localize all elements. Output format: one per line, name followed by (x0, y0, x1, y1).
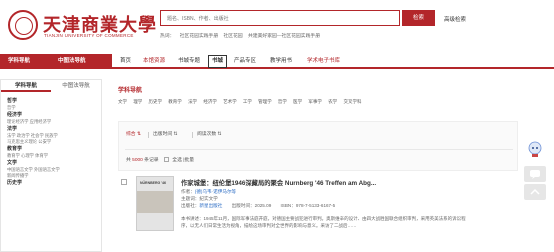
item-checkbox[interactable] (121, 179, 127, 185)
subject-link[interactable]: 交叉学科 (343, 99, 361, 104)
sort-label: 综合 (126, 132, 136, 137)
sidebar: 学科导航 中图法导航 哲学 哲学 经济学 理论经济学 应用经济学 法学 法学 政… (0, 79, 102, 252)
arrow-up-icon (530, 188, 540, 195)
book-description: 本书讲述：1945年11月，国际军事法庭开庭，对德国主要战犯进行审判。奥斯维辛的… (181, 216, 466, 228)
nav-bookcity[interactable]: 书城 (208, 55, 228, 68)
hotwords-row: 热词： 社区花园实践手册 社区花园 共建美好家园—社区花园实践手册 (160, 32, 324, 39)
publisher-link[interactable]: 新星出版社 (199, 203, 222, 208)
subject-link[interactable]: 经济学 (203, 99, 217, 104)
tab-clc-nav[interactable]: 中图法导航 (51, 80, 101, 92)
result-count: 5000 (132, 158, 143, 163)
nav-home[interactable]: 首页 (120, 54, 131, 69)
tab-subject-nav[interactable]: 学科导航 (1, 80, 51, 92)
nav-product-zone[interactable]: 产品专区 (234, 54, 256, 69)
subject-group-title[interactable]: 历史学 (7, 179, 99, 187)
list-item: NÜRNBERG '46 作家城堡：纽伦堡1946深藏局的聚会 Nurnberg… (118, 173, 518, 252)
advanced-search-link[interactable]: 高级检索 (444, 15, 466, 23)
isbn-label: ISBN： (280, 203, 296, 208)
logo-name-en: TIANJIN UNIVERSITY OF COMMERCE (44, 33, 134, 38)
select-all-label[interactable]: 全选 (172, 158, 182, 163)
subject-group-title[interactable]: 哲学 (7, 97, 99, 105)
author-label: 作者： (181, 189, 195, 194)
pubdate-label: 出版时间： (231, 203, 255, 208)
subject-group-title[interactable]: 文学 (7, 159, 99, 167)
subject-link[interactable]: 医学 (293, 99, 302, 104)
subject-link[interactable]: 管理学 (258, 99, 272, 104)
site-header: 天津商業大學 TIANJIN UNIVERSITY OF COMMERCE 检索… (0, 0, 554, 54)
cover-image-band (137, 191, 173, 213)
subject-label: 主题词： (181, 196, 200, 201)
subject-link[interactable]: 法学 (188, 99, 197, 104)
sort-label: 阅读次数 (197, 132, 217, 137)
subject-value: 纪实文学 (199, 196, 218, 201)
subject-link[interactable]: 历史学 (149, 99, 163, 104)
subject-link[interactable]: 教育学 (168, 99, 182, 104)
author-link[interactable]: (德)乌韦·诺伊马尔等 (195, 189, 236, 194)
chat-icon (530, 170, 540, 179)
result-suffix: 条记录 (144, 158, 159, 163)
nav-textbooks[interactable]: 教学用书 (270, 54, 292, 69)
hotword-link[interactable]: 社区花园 (223, 34, 242, 39)
subject-link[interactable]: 艺术学 (223, 99, 237, 104)
hotwords-label: 热词： (160, 34, 175, 39)
subject-group-title[interactable]: 经济学 (7, 111, 99, 119)
main-content: 学科导航 文学 理学 历史学 教育学 法学 经济学 艺术学 工学 管理学 哲学 … (112, 79, 519, 252)
search-button[interactable]: 检索 (402, 10, 435, 26)
subject-link[interactable]: 理学 (133, 99, 142, 104)
book-subject-row: 主题词：纪实文学 (181, 196, 218, 202)
subject-group-title[interactable]: 法学 (7, 125, 99, 133)
nav-bookcity-topics[interactable]: 书城专题 (178, 54, 200, 69)
subject-link[interactable]: 军事学 (308, 99, 322, 104)
section-title: 学科导航 (118, 88, 143, 94)
robot-assistant-icon[interactable] (526, 140, 544, 158)
subject-filter-row: 文学 理学 历史学 教育学 法学 经济学 艺术学 工学 管理学 哲学 医学 军事… (118, 99, 366, 105)
cover-text: NÜRNBERG '46 (140, 181, 166, 185)
subject-link[interactable]: 哲学 (278, 99, 287, 104)
hotword-link[interactable]: 社区花园实践手册 (180, 34, 218, 39)
search-input[interactable] (167, 14, 327, 23)
subject-group-title[interactable]: 教育学 (7, 145, 99, 153)
divider (192, 132, 193, 138)
subject-link[interactable]: 文学 (118, 99, 127, 104)
subject-list: 哲学 哲学 经济学 理论经济学 应用经济学 法学 法学 政治学 社会学 民族学 … (7, 97, 99, 187)
book-cover[interactable]: NÜRNBERG '46 (136, 176, 174, 231)
batch-label[interactable]: |批量 (183, 158, 194, 163)
nav-clc-nav[interactable]: 中图法导航 (58, 54, 86, 69)
chat-button[interactable] (524, 166, 546, 182)
publisher-label: 出版社： (181, 203, 200, 208)
university-logo[interactable]: 天津商業大學 TIANJIN UNIVERSITY OF COMMERCE (8, 9, 156, 43)
subject-link[interactable]: 工学 (243, 99, 252, 104)
sort-pubdate[interactable]: 出版时间 ⇅ (153, 130, 178, 140)
search-box (160, 10, 400, 26)
floating-toolbar (524, 140, 546, 200)
book-author-row: 作者：(德)乌韦·诺伊马尔等 (181, 189, 236, 195)
back-to-top-button[interactable] (524, 184, 546, 200)
nav-category-block: 学科导航 中图法导航 (0, 54, 112, 69)
seal-icon (8, 10, 38, 40)
result-prefix: 共 (126, 158, 131, 163)
isbn-value: 978-7-5133-6167-5 (295, 203, 336, 208)
sort-label: 出版时间 (153, 132, 173, 137)
sort-comprehensive[interactable]: 综合 ⇅ (126, 130, 141, 140)
nav-library-resources[interactable]: 本馆资源 (143, 54, 165, 69)
hotword-link[interactable]: 共建美好家园—社区花园实践手册 (248, 34, 320, 39)
filter-panel: 综合 ⇅ 出版时间 ⇅ 阅读次数 ⇅ 共 5000 条记录 全选 |批量 (118, 121, 518, 171)
sort-readcount[interactable]: 阅读次数 ⇅ (197, 130, 222, 140)
result-summary: 共 5000 条记录 全选 |批量 (126, 156, 194, 163)
divider (148, 132, 149, 138)
divider (125, 149, 513, 150)
nav-academic-ebooks[interactable]: 学术电子书库 (307, 54, 340, 69)
select-all-checkbox[interactable] (163, 157, 169, 162)
nav-subject-nav[interactable]: 学科导航 (8, 54, 30, 69)
book-title[interactable]: 作家城堡：纽伦堡1946深藏局的聚会 Nurnberg '46 Treffen … (181, 178, 376, 187)
pubdate-value: 2025.09 (254, 203, 272, 208)
book-pub-row: 出版社：新星出版社 出版时间：2025.09 ISBN：978-7-5133-6… (181, 203, 335, 209)
main-nav: 学科导航 中图法导航 首页 本馆资源 书城专题 书城 产品专区 教学用书 学术电… (0, 54, 554, 69)
subject-link[interactable]: 农学 (328, 99, 337, 104)
